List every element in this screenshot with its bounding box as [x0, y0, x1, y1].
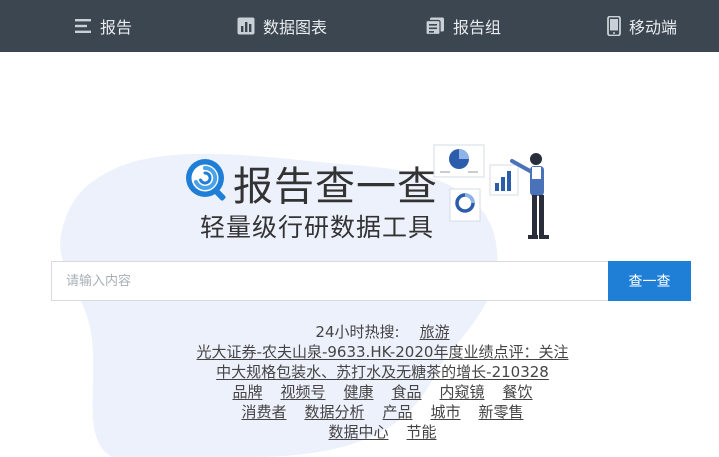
hot-link[interactable]: 视频号	[280, 382, 325, 402]
hot-link[interactable]: 城市	[431, 402, 461, 422]
hot-row-3: 数据中心 节能	[190, 422, 575, 442]
search-button[interactable]: 查一查	[608, 261, 691, 301]
nav-label-charts: 数据图表	[263, 18, 328, 37]
hot-link[interactable]: 新零售	[479, 402, 524, 422]
hot-row-2: 消费者 数据分析 产品 城市 新零售	[190, 402, 575, 422]
logo-title: 报告查一查	[233, 164, 438, 210]
nav-item-reports[interactable]: 报告	[74, 0, 132, 52]
chart-icon	[237, 17, 255, 35]
nav-item-charts[interactable]: 数据图表	[237, 0, 327, 52]
logo: 报告查一查	[183, 152, 443, 212]
magnifier-logo-icon	[186, 159, 226, 201]
hot-row-1: 品牌 视频号 健康 食品 内窥镜 餐饮	[190, 382, 575, 402]
slogan: 轻量级行研数据工具	[200, 213, 435, 242]
nav-label-mobile: 移动端	[629, 18, 678, 37]
nav-item-mobile[interactable]: 移动端	[607, 0, 677, 52]
hot-link[interactable]: 节能	[407, 422, 437, 442]
mobile-icon	[607, 16, 621, 36]
hot-link[interactable]: 数据中心	[328, 422, 388, 442]
hot-link[interactable]: 品牌	[232, 382, 262, 402]
hot-link[interactable]: 内窥镜	[440, 382, 485, 402]
hot-link[interactable]: 健康	[343, 382, 373, 402]
hot-link[interactable]: 数据分析	[304, 402, 364, 422]
hot-link-report[interactable]: 光大证券-农夫山泉-9633.HK-2020年度业绩点评：关注中大规格包装水、苏…	[190, 342, 575, 382]
hot-link[interactable]: 食品	[392, 382, 422, 402]
report-group-icon	[425, 17, 444, 35]
hot-link[interactable]: 餐饮	[503, 382, 533, 402]
list-icon	[75, 19, 91, 33]
nav-label-reports: 报告	[100, 18, 133, 37]
search-input[interactable]	[51, 261, 608, 301]
analyst-illustration	[433, 144, 549, 239]
hot-header-row: 24小时热搜: 旅游	[190, 322, 575, 342]
hot-link[interactable]: 消费者	[241, 402, 286, 422]
hot-label: 24小时热搜:	[315, 323, 400, 341]
top-nav: 报告 数据图表 报告组 移动端	[0, 0, 719, 52]
hot-link[interactable]: 产品	[382, 402, 412, 422]
hot-link-first[interactable]: 旅游	[420, 322, 450, 342]
hot-searches: 24小时热搜: 旅游 光大证券-农夫山泉-9633.HK-2020年度业绩点评：…	[190, 322, 575, 442]
search-bar: 查一查	[51, 261, 691, 301]
nav-item-report-groups[interactable]: 报告组	[425, 0, 501, 52]
nav-label-report-groups: 报告组	[453, 18, 502, 37]
